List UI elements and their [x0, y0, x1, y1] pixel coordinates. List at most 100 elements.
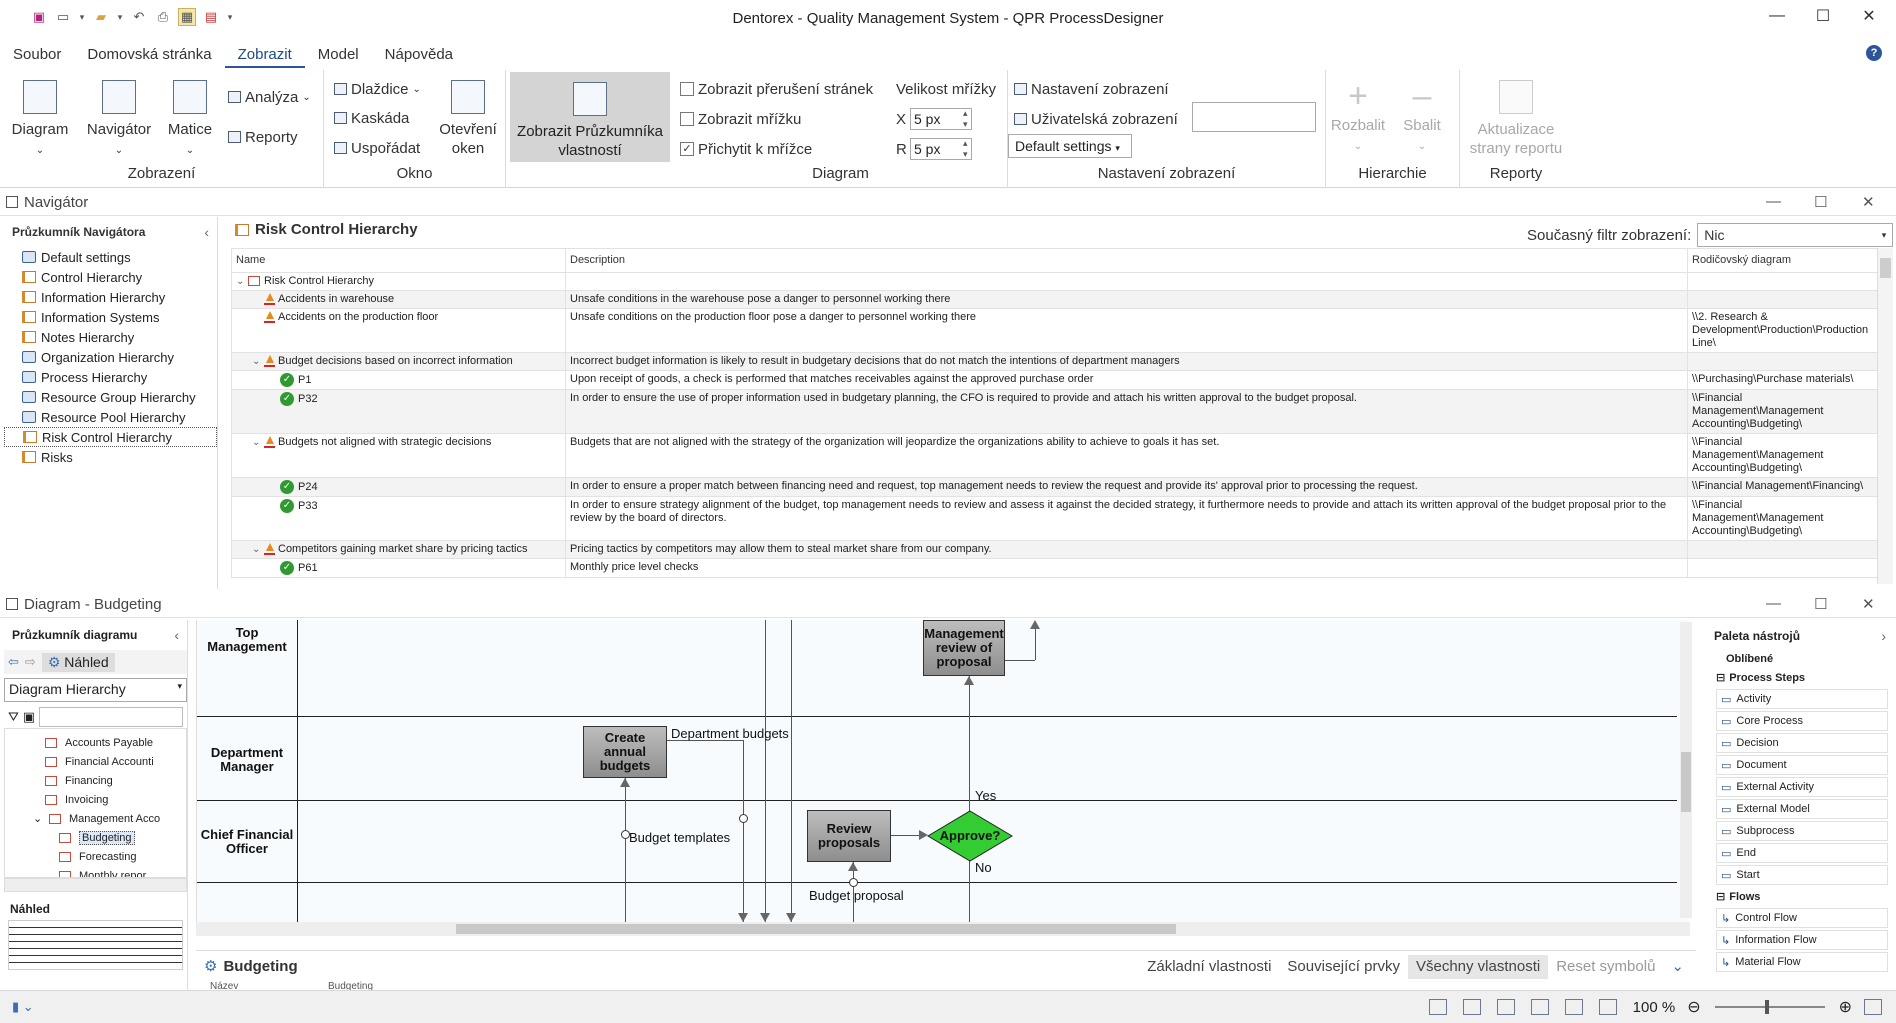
palette-item[interactable]: ↳ Material Flow — [1716, 952, 1888, 972]
chart-icon[interactable] — [1530, 999, 1549, 1015]
diagram-canvas[interactable]: Top Management Department Manager Chief … — [196, 620, 1690, 922]
palette-item[interactable]: ↳ Control Flow — [1716, 908, 1888, 928]
update-report-button[interactable]: Aktualizace strany reportu — [1466, 76, 1566, 158]
tab-soubor[interactable]: Soubor — [0, 44, 74, 68]
share-icon[interactable] — [1428, 999, 1447, 1015]
horizontal-scrollbar[interactable] — [4, 878, 187, 892]
column-header-name[interactable]: Name — [231, 248, 566, 273]
table-row[interactable]: Accidents on the production floor Unsafe … — [231, 308, 1878, 353]
expand-caret-icon[interactable]: ⌄ — [236, 275, 248, 288]
navigator-button[interactable]: Navigátor ⌄ — [82, 76, 156, 160]
navigator-item[interactable]: Information Systems — [4, 307, 217, 327]
rozbalit-button[interactable]: + Rozbalit ⌄ — [1328, 76, 1388, 156]
table-row[interactable]: ✓ P32 In order to ensure the use of proper… — [231, 389, 1878, 434]
canvas-vertical-scrollbar[interactable] — [1680, 622, 1692, 918]
user-views-button[interactable]: Uživatelská zobrazení — [1014, 108, 1178, 130]
navigator-item[interactable]: Risk Control Hierarchy — [4, 427, 217, 447]
tab-related-elements[interactable]: Související prvky — [1279, 955, 1408, 979]
diagram-tree-item[interactable]: ⌄ Management Acco — [5, 809, 186, 828]
chevron-down-icon[interactable]: ⌄ — [1663, 955, 1692, 979]
zoom-out-icon[interactable]: ⊖ — [1687, 997, 1700, 1017]
table-row[interactable]: ✓ P1 Upon receipt of goods, a check is per… — [231, 370, 1878, 390]
zoom-slider[interactable] — [1714, 1000, 1825, 1014]
monitor-icon[interactable] — [1564, 999, 1583, 1015]
sbalit-button[interactable]: – Sbalit ⌄ — [1392, 76, 1452, 156]
palette-item[interactable]: ↳ Information Flow — [1716, 930, 1888, 950]
minimize-button[interactable]: — — [1754, 0, 1800, 32]
diagram-preview-thumbnail[interactable] — [8, 920, 183, 970]
diagram-tree-item[interactable]: Forecasting — [5, 847, 186, 866]
diagram-tree-item[interactable]: Financing — [5, 771, 186, 790]
dlazdice-button[interactable]: Dlaždice ⌄ — [334, 78, 421, 100]
expand-caret-icon[interactable]: ⌄ — [252, 436, 264, 449]
tab-domovska-stranka[interactable]: Domovská stránka — [74, 44, 224, 68]
maximize-icon[interactable]: ☐ — [1814, 193, 1827, 211]
options-icon[interactable]: ▣ — [23, 709, 35, 725]
expand-caret-icon[interactable]: ⌄ — [33, 812, 45, 825]
navigator-item[interactable]: Process Hierarchy — [4, 367, 217, 387]
grid-scrollbar[interactable] — [1877, 248, 1893, 584]
table-row[interactable]: ✓ P24 In order to ensure a proper match be… — [231, 477, 1878, 497]
page-breaks-checkbox[interactable]: Zobrazit přerušení stránek — [680, 78, 873, 100]
properties-explorer-button[interactable]: Zobrazit Průzkumníka vlastností — [510, 72, 670, 162]
palette-category-flows[interactable]: ⊟ Flows — [1706, 887, 1894, 906]
diagram-button[interactable]: Diagram ⌄ — [8, 76, 72, 160]
back-arrow-icon[interactable]: ⇦ — [8, 654, 19, 670]
show-grid-checkbox[interactable]: Zobrazit mřížku — [680, 108, 801, 130]
view-name-input[interactable] — [1192, 102, 1316, 132]
collapse-right-icon[interactable]: › — [1881, 628, 1886, 644]
minimize-icon[interactable]: — — [1766, 595, 1781, 612]
tab-napoveda[interactable]: Nápověda — [372, 44, 466, 68]
table-row[interactable]: ⌄ Budget decisions based on incorrect inf… — [231, 352, 1878, 371]
tab-model[interactable]: Model — [305, 44, 372, 68]
scrollbar-thumb[interactable] — [456, 924, 1176, 934]
expand-caret-icon[interactable]: ⌄ — [252, 355, 264, 368]
navigator-item[interactable]: Control Hierarchy — [4, 267, 217, 287]
table-row[interactable]: Accidents in warehouse Unsafe conditions … — [231, 290, 1878, 309]
kaskada-button[interactable]: Kaskáda — [334, 107, 409, 129]
palette-favorites[interactable]: Oblíbené — [1706, 650, 1894, 668]
diagram-tree-item[interactable]: Invoicing — [5, 790, 186, 809]
view-filter-select[interactable]: Nic ▾ — [1697, 223, 1894, 247]
palette-category-process-steps[interactable]: ⊟ Process Steps — [1706, 668, 1894, 687]
navigator-item[interactable]: Organization Hierarchy — [4, 347, 217, 367]
zoom-slider-handle[interactable] — [1764, 1000, 1769, 1014]
palette-item[interactable]: ▭ Document — [1716, 755, 1888, 775]
maximize-icon[interactable]: ☐ — [1814, 595, 1827, 613]
otevreni-oken-button[interactable]: Otevření oken — [436, 76, 500, 158]
default-settings-select[interactable]: Default settings ▾ — [1008, 134, 1132, 158]
tab-zobrazit[interactable]: Zobrazit — [224, 44, 305, 68]
zoom-in-icon[interactable]: ⊕ — [1839, 997, 1852, 1017]
palette-item[interactable]: ▭ Activity — [1716, 689, 1888, 709]
maximize-button[interactable]: ☐ — [1800, 0, 1846, 32]
zoom-fit-icon[interactable] — [1598, 999, 1617, 1015]
table-row[interactable]: ✓ P33 In order to ensure strategy alignmen… — [231, 496, 1878, 541]
palette-item[interactable]: ▭ End — [1716, 843, 1888, 863]
tab-basic-properties[interactable]: Základní vlastnosti — [1139, 955, 1279, 979]
navigator-item[interactable]: Resource Group Hierarchy — [4, 387, 217, 407]
close-button[interactable]: ✕ — [1846, 0, 1892, 32]
matice-button[interactable]: Matice ⌄ — [164, 76, 216, 160]
minimize-icon[interactable]: — — [1766, 193, 1781, 210]
tab-all-properties[interactable]: Všechny vlastnosti — [1407, 955, 1549, 979]
diagram-tree-item[interactable]: Monthly repor — [5, 866, 186, 877]
status-menu-icon[interactable]: ▮ ⌄ — [12, 999, 34, 1015]
activity-management-review[interactable]: Management review of proposal — [923, 620, 1005, 676]
table-row[interactable]: ⌄ Competitors gaining market share by pri… — [231, 540, 1878, 559]
view-settings-button[interactable]: Nastavení zobrazení — [1014, 78, 1169, 100]
activity-review-proposals[interactable]: Review proposals — [807, 810, 891, 862]
collapse-left-icon[interactable]: ‹ — [174, 627, 179, 643]
navigator-item[interactable]: Default settings — [4, 247, 217, 267]
diagram-tree-item[interactable]: Budgeting — [5, 828, 186, 847]
diagram-hierarchy-select[interactable]: Diagram Hierarchy ▾ — [4, 678, 187, 702]
diagram-tree-item[interactable]: Financial Accounti — [5, 752, 186, 771]
grid-x-input[interactable]: 5 px — [910, 108, 972, 130]
navigator-item[interactable]: Resource Pool Hierarchy — [4, 407, 217, 427]
zoom-level[interactable]: 100 % — [1633, 999, 1676, 1016]
scrollbar-thumb[interactable] — [1880, 258, 1891, 278]
close-icon[interactable]: ✕ — [1862, 595, 1875, 613]
snap-grid-checkbox[interactable]: ✓ Přichytit k mřížce — [680, 138, 812, 160]
table-row[interactable]: ⌄ Budgets not aligned with strategic deci… — [231, 433, 1878, 478]
diagram-search-input[interactable] — [39, 707, 183, 727]
scrollbar-thumb[interactable] — [1681, 752, 1691, 812]
